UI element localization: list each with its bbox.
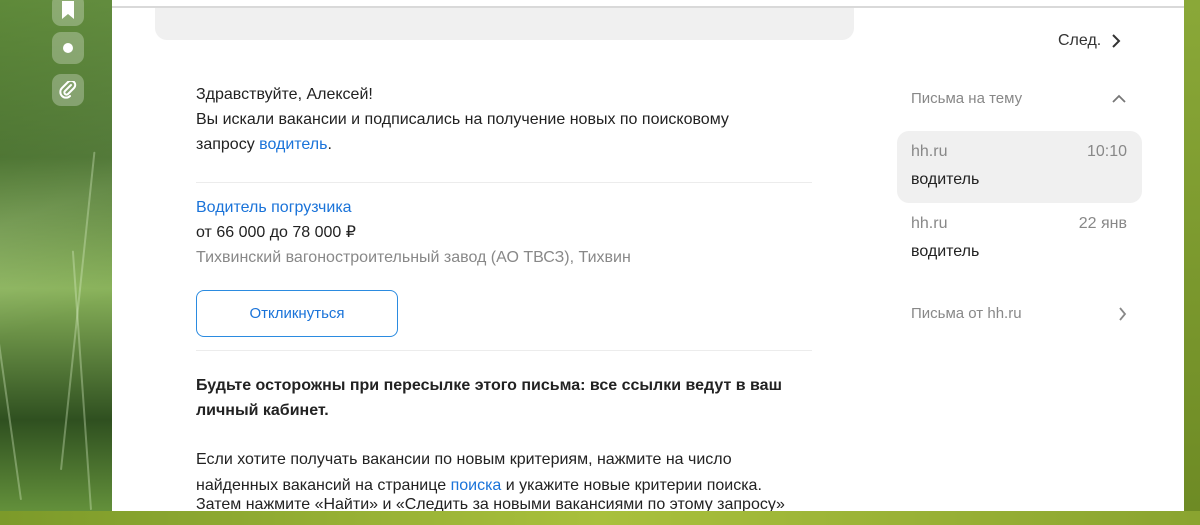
- warning-text-line: личный кабинет.: [196, 402, 329, 419]
- thread-time: 22 янв: [1078, 215, 1127, 232]
- thread-item-selected[interactable]: hh.ru 10:10 водитель: [897, 131, 1142, 203]
- thread-time: 10:10: [1086, 143, 1127, 160]
- text-fragment: .: [327, 136, 332, 153]
- email-text-line: запросу водитель.: [196, 132, 332, 158]
- chevron-up-icon[interactable]: [1112, 94, 1126, 104]
- thread-sender: hh.ru: [911, 143, 948, 160]
- thread-subject: водитель: [911, 171, 980, 188]
- query-link[interactable]: водитель: [259, 136, 327, 153]
- divider: [196, 350, 812, 351]
- warning-text-line: Будьте осторожны при пересылке этого пис…: [196, 377, 782, 394]
- chevron-right-icon: [1112, 34, 1121, 48]
- attachment-icon: [59, 81, 77, 99]
- criteria-text-line: найденных вакансий на странице поиска и …: [196, 473, 762, 499]
- vacancy-title-link[interactable]: Водитель погрузчика: [196, 199, 352, 216]
- previous-message-block[interactable]: [155, 8, 854, 40]
- letters-from-label: Письма от hh.ru: [911, 305, 1022, 322]
- email-greeting: Здравствуйте, Алексей!: [196, 86, 373, 103]
- attachment-button[interactable]: [52, 74, 84, 106]
- criteria-text-line: Если хотите получать вакансии по новым к…: [196, 451, 732, 468]
- chevron-right-icon: [1119, 306, 1127, 321]
- vacancy-company: Тихвинский вагоностроительный завод (АО …: [196, 249, 631, 266]
- letters-from-link[interactable]: Письма от hh.ru: [911, 305, 1127, 322]
- thread-sender: hh.ru: [911, 215, 948, 232]
- next-message-link[interactable]: След.: [1058, 32, 1121, 50]
- thread-header: Письма на тему: [911, 90, 1023, 107]
- right-background: [1184, 0, 1200, 525]
- dot-icon: [63, 43, 73, 53]
- next-label: След.: [1058, 32, 1102, 49]
- respond-button[interactable]: Откликнуться: [196, 290, 398, 337]
- text-fragment: найденных вакансий на странице: [196, 477, 451, 494]
- thread-subject: водитель: [911, 243, 980, 260]
- thread-item[interactable]: hh.ru 22 янв водитель: [897, 203, 1142, 275]
- email-text-line: Вы искали вакансии и подписались на полу…: [196, 111, 729, 128]
- divider: [196, 182, 812, 183]
- bookmark-button[interactable]: [52, 0, 84, 26]
- text-fragment: и укажите новые критерии поиска.: [501, 477, 762, 494]
- vacancy-card: Водитель погрузчика: [196, 195, 352, 221]
- bottom-background: [0, 511, 1200, 525]
- text-fragment: Затем нажмите «Найти» и «Следить за новы…: [196, 498, 785, 511]
- vacancy-salary: от 66 000 до 78 000 ₽: [196, 224, 356, 241]
- text-fragment: запросу: [196, 136, 260, 153]
- criteria-text-line-cut: Затем нажмите «Найти» и «Следить за новы…: [196, 498, 785, 511]
- dot-button[interactable]: [52, 32, 84, 64]
- search-link[interactable]: поиска: [451, 477, 502, 494]
- bookmark-icon: [62, 1, 74, 19]
